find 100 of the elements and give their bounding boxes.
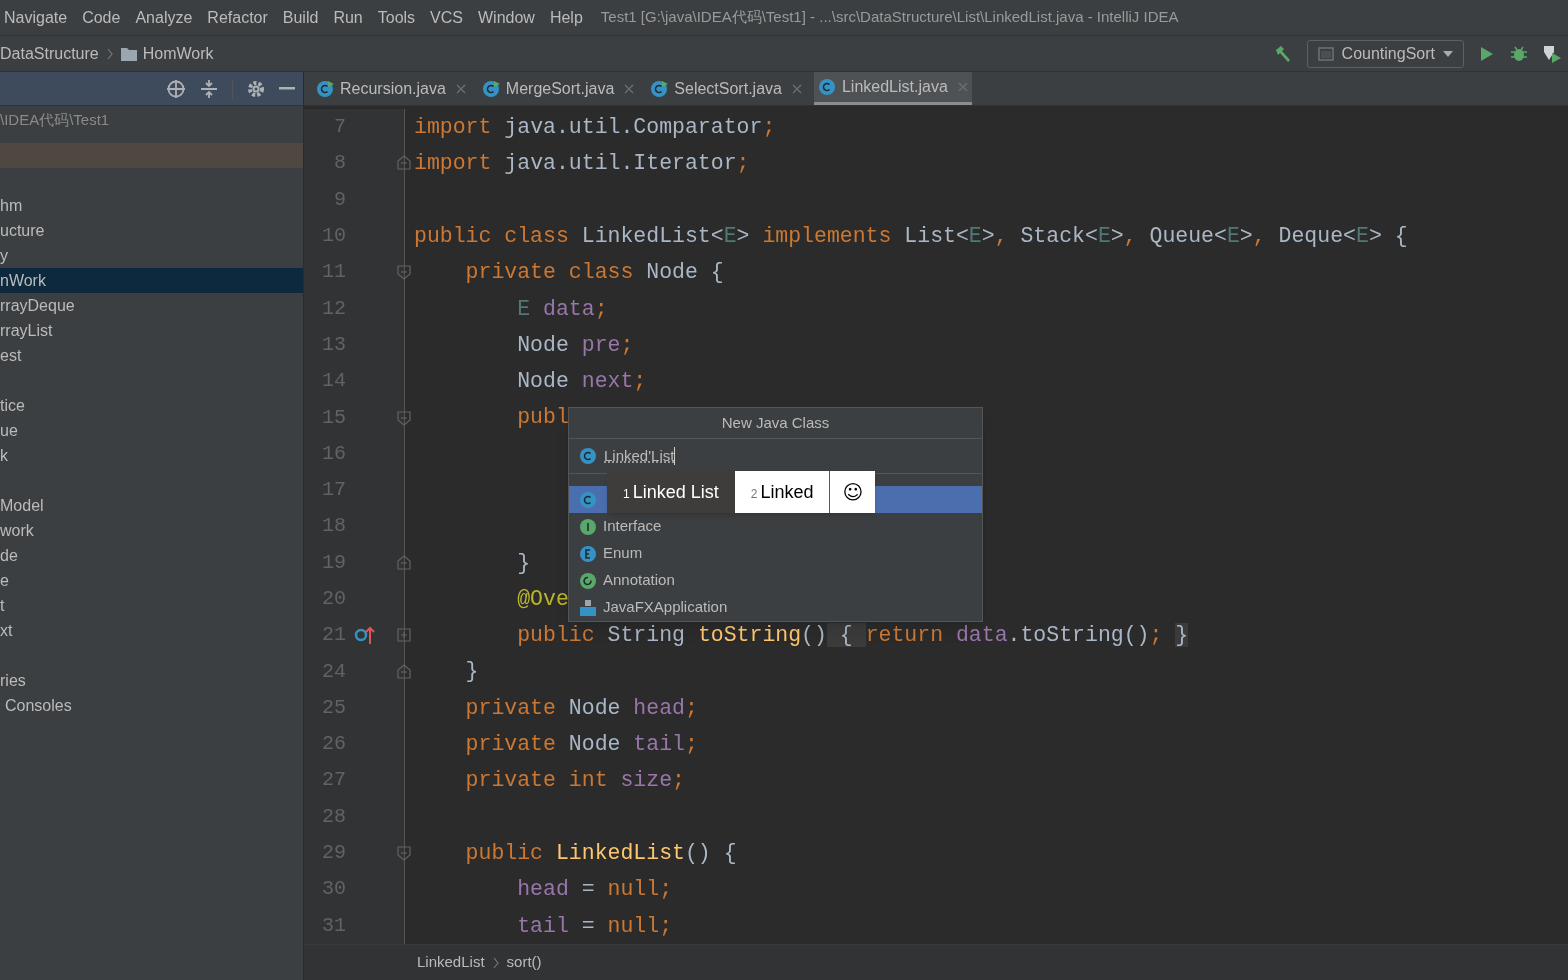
code-line: private Node head;	[464, 694, 698, 722]
code-line: Node next;	[516, 368, 647, 396]
text-cursor	[674, 447, 676, 465]
code-line: public LinkedList() {	[464, 839, 737, 867]
tree-item[interactable]: y	[0, 243, 303, 268]
window-title: Test1 [G:\java\IDEA代码\Test1] - ...\src\DataStructure\List\LinkedList.java - IntelliJ IDEA	[600, 7, 1179, 28]
code-line: import java.util.Iterator;	[414, 150, 750, 178]
menu-item[interactable]: VCS	[430, 5, 463, 30]
code-line: public String toString() { return data.toString(); }	[516, 622, 1189, 650]
menu-item[interactable]: Run	[333, 5, 363, 30]
tree-item[interactable]: nWork	[0, 268, 303, 293]
ime-candidate[interactable]: 1 Linked List	[607, 471, 735, 513]
fold-icon[interactable]	[396, 155, 412, 172]
tree-item[interactable]: ue	[0, 418, 303, 443]
menu-item[interactable]: Refactor	[207, 5, 268, 30]
code-line: }	[516, 549, 531, 577]
menu-item[interactable]: Analyze	[135, 5, 193, 30]
chevron-icon	[106, 47, 113, 60]
window-icon	[1317, 46, 1334, 61]
fold-icon[interactable]	[396, 554, 412, 571]
code-line: public class LinkedList<E> implements List<E>, Stack<E>, Queue<E>, Deque<E> {	[414, 222, 1408, 250]
code-line: import java.util.Comparator;	[414, 114, 776, 141]
menu-item[interactable]: Window	[478, 5, 535, 30]
editor-tab[interactable]: LinkedList.java	[813, 72, 972, 105]
runnable-class-icon	[650, 79, 669, 98]
close-icon[interactable]	[455, 83, 466, 94]
run-configuration-dropdown[interactable]: CountingSort	[1306, 39, 1464, 68]
kind-option[interactable]: JavaFXApplication	[569, 594, 982, 621]
menu-item[interactable]: Code	[82, 5, 121, 30]
menu-item[interactable]: Build	[282, 5, 319, 30]
code-line: private int size;	[464, 767, 685, 795]
tree-item[interactable]: t	[0, 593, 303, 618]
interface-icon	[579, 517, 597, 536]
code-line: private Node tail;	[464, 731, 698, 759]
folder-icon	[120, 46, 137, 61]
close-icon[interactable]	[957, 82, 968, 92]
editor-tab[interactable]: Recursion.java	[312, 72, 470, 105]
fold-icon[interactable]	[396, 264, 412, 281]
editor-tab[interactable]: MergeSort.java	[477, 72, 639, 105]
enum-icon	[579, 544, 597, 563]
kind-option[interactable]: Interface	[569, 513, 982, 540]
tree-item[interactable]: k	[0, 443, 303, 468]
tree-item[interactable]: e	[0, 568, 303, 593]
tree-item[interactable]: rrayList	[0, 318, 303, 343]
run-icon[interactable]	[1478, 45, 1494, 62]
breadcrumb-item[interactable]: HomWork	[142, 41, 214, 66]
close-icon[interactable]	[791, 83, 802, 94]
fold-icon[interactable]	[396, 663, 412, 680]
tree-item[interactable]: est	[0, 343, 303, 368]
code-line: Node pre;	[516, 331, 634, 359]
menu-item[interactable]: Tools	[377, 5, 416, 30]
override-icon[interactable]	[354, 624, 376, 647]
class-icon	[579, 490, 597, 509]
caret-icon	[1443, 50, 1453, 57]
runnable-class-icon	[481, 79, 500, 98]
menu-item[interactable]: Help	[549, 5, 583, 30]
class-icon	[817, 78, 836, 96]
tree-item[interactable]: ucture	[0, 218, 303, 243]
tree-item[interactable]: work	[0, 518, 303, 543]
runnable-class-icon	[316, 79, 334, 98]
fold-icon[interactable]	[396, 627, 412, 644]
breadcrumb-item[interactable]: LinkedList	[417, 951, 485, 974]
menu-item[interactable]: Navigate	[4, 5, 68, 30]
tree-item[interactable]: tice	[0, 393, 303, 418]
breadcrumb-item[interactable]: sort()	[506, 951, 542, 974]
target-icon[interactable]	[166, 78, 186, 99]
minimize-icon[interactable]	[279, 86, 295, 91]
code-line: @Ove	[516, 585, 569, 613]
tree-item[interactable]: xt	[0, 618, 303, 643]
breadcrumb-item[interactable]: DataStructure	[0, 41, 99, 66]
code-line: publ	[516, 404, 569, 432]
chevron-icon	[492, 956, 499, 969]
tree-item[interactable]: ries	[0, 668, 303, 693]
tree-item[interactable]: rrayDeque	[0, 293, 303, 318]
code-line: private class Node {	[464, 259, 724, 287]
ime-candidate[interactable]: 2 Linked	[734, 471, 830, 513]
emoji-button[interactable]: ☺	[830, 471, 876, 513]
bug-icon[interactable]	[1510, 44, 1528, 63]
popup-title: New Java Class	[569, 408, 982, 439]
editor-tab[interactable]: SelectSort.java	[646, 72, 806, 105]
tree-item[interactable]: de	[0, 543, 303, 568]
collapse-icon[interactable]	[200, 78, 218, 99]
tree-item[interactable]: hm	[0, 193, 303, 218]
kind-option[interactable]: Enum	[569, 540, 982, 567]
fold-icon[interactable]	[396, 409, 412, 426]
fold-icon[interactable]	[396, 845, 412, 862]
code-line: }	[464, 658, 479, 686]
code-line: tail = null;	[516, 912, 673, 940]
tree-item[interactable]: Consoles	[0, 693, 303, 718]
code-line: E data;	[516, 295, 608, 323]
annotation-icon	[579, 571, 597, 590]
application-icon	[579, 598, 597, 617]
tree-item[interactable]: Model	[0, 493, 303, 518]
project-path: \IDEA代码\Test1	[0, 109, 111, 130]
kind-option[interactable]: Annotation	[569, 567, 982, 594]
close-icon[interactable]	[624, 83, 635, 94]
settings-icon[interactable]	[247, 79, 265, 98]
code-line: head = null;	[516, 876, 673, 904]
class-icon	[579, 447, 597, 465]
coverage-icon[interactable]	[1542, 43, 1562, 64]
